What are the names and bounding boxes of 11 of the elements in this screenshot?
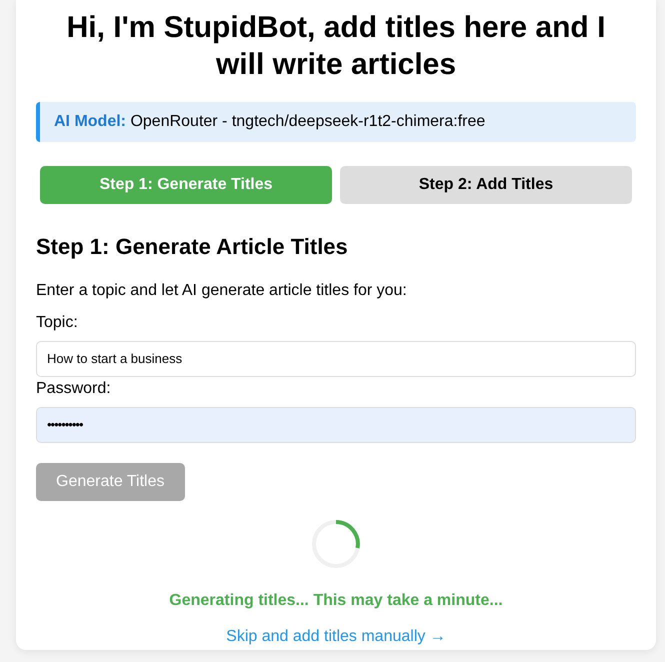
field-label: Password: bbox=[36, 378, 112, 399]
password-field[interactable]: •••••••••• bbox=[36, 406, 636, 443]
section-description: Enter a topic and let AI generate article titles for you: bbox=[36, 280, 408, 301]
section-heading: Step 1: Generate Article Titles bbox=[36, 234, 349, 261]
topic-field[interactable]: How to start a business bbox=[36, 340, 636, 377]
loading-status-text: Generating titles... This may take a minute... bbox=[169, 590, 503, 611]
model-info-banner: AI Model: OpenRouter - tngtech/deepseek-r1t2-chimera:free bbox=[36, 102, 636, 142]
loading-spinner-icon bbox=[311, 518, 361, 569]
field-label: Topic: bbox=[36, 312, 79, 333]
page-title: Hi, I'm StupidBot, add titles here and I will write articles bbox=[66, 10, 606, 83]
step-tab[interactable]: Step 2: Add Titles bbox=[340, 166, 632, 204]
